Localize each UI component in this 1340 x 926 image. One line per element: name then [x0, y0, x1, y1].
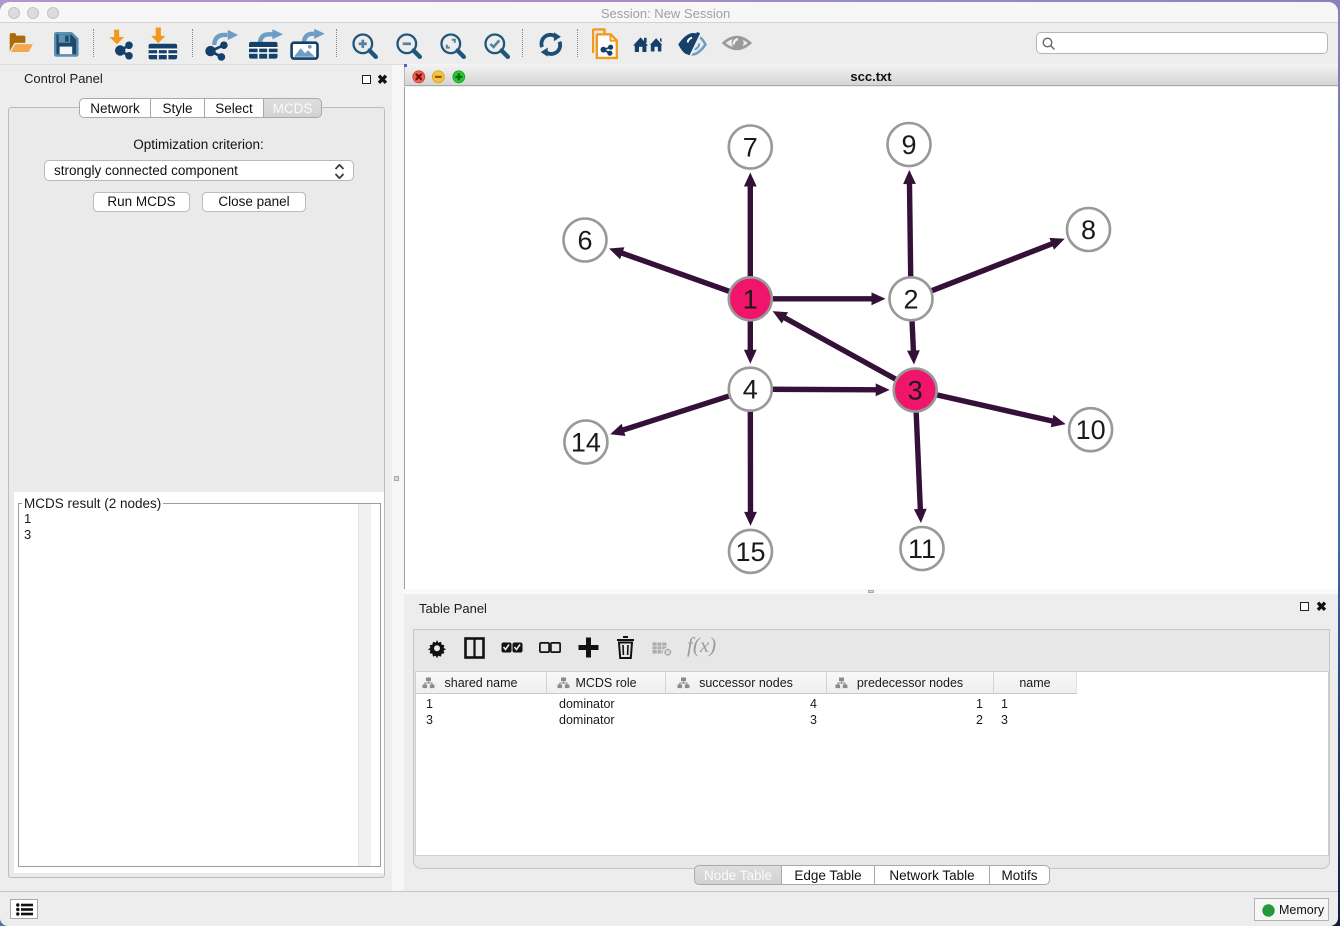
svg-text:15: 15	[735, 536, 765, 566]
svg-text:6: 6	[577, 225, 592, 255]
svg-text:8: 8	[1081, 215, 1096, 245]
svg-text:14: 14	[571, 427, 601, 457]
svg-text:11: 11	[908, 534, 936, 564]
svg-text:9: 9	[901, 130, 916, 160]
svg-text:3: 3	[908, 375, 923, 405]
svg-text:4: 4	[743, 374, 758, 404]
svg-text:10: 10	[1076, 415, 1106, 445]
svg-text:2: 2	[903, 284, 918, 314]
svg-text:7: 7	[743, 132, 758, 162]
svg-text:1: 1	[743, 284, 758, 314]
